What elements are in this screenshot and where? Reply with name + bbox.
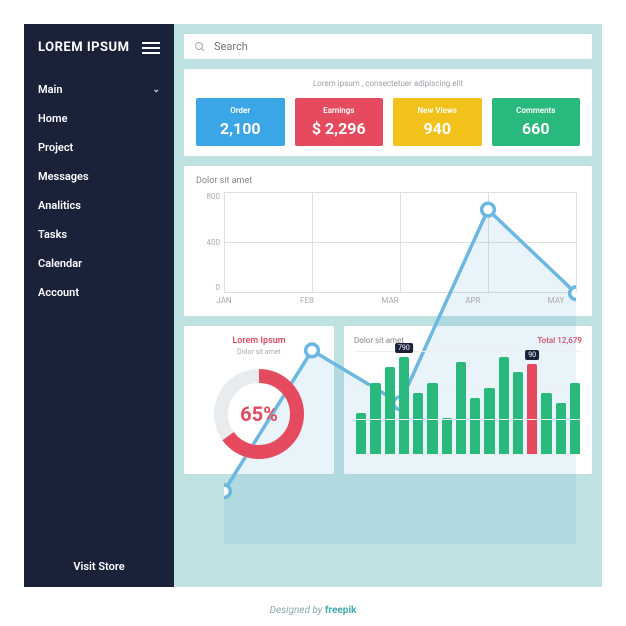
bar-16[interactable] [570,383,580,454]
sidebar-item-home[interactable]: Home [24,104,174,133]
stat-new-views[interactable]: New Views940 [393,98,482,146]
bar-7[interactable] [442,418,452,454]
sidebar-item-label: Messages [38,170,89,183]
sidebar-header: LOREM IPSUM [24,24,174,67]
bar-12[interactable] [513,372,523,454]
sidebar-item-account[interactable]: Account [24,278,174,307]
line-chart-card: Dolor sit amet 8004000 JANFEBMARAPRMAY [184,166,592,316]
sidebar-item-calendar[interactable]: Calendar [24,249,174,278]
bar-1[interactable] [356,413,366,454]
sidebar-item-tasks[interactable]: Tasks [24,220,174,249]
bar-14[interactable] [541,393,551,454]
credit: Designed by freepik [0,587,626,626]
stats-card: Lorem ipsum , consectetuer adipiscing el… [184,69,592,156]
bar-chart: 790 90 [354,351,582,455]
bar-4[interactable]: 790 [399,357,409,454]
stat-earnings[interactable]: Earnings$ 2,296 [295,98,384,146]
brand: LOREM IPSUM [38,40,129,55]
stat-order[interactable]: Order2,100 [196,98,285,146]
bar-10[interactable] [484,388,494,454]
sidebar-item-label: Main [38,83,63,96]
search-input[interactable] [214,40,582,53]
search-bar[interactable] [184,34,592,59]
sidebar-item-project[interactable]: Project [24,133,174,162]
stat-comments[interactable]: Comments660 [492,98,581,146]
bar-6[interactable] [427,383,437,454]
app-shell: LOREM IPSUM Main ⌄ Home Project Messages Anal… [24,24,602,587]
bar-15[interactable] [556,403,566,454]
hamburger-icon[interactable] [142,42,160,54]
sidebar-item-label: Account [38,286,79,299]
line-chart-title: Dolor sit amet [196,176,580,186]
sidebar-item-label: Home [38,112,68,125]
bar-11[interactable] [499,357,509,454]
sidebar-item-label: Tasks [38,228,67,241]
sidebar: LOREM IPSUM Main ⌄ Home Project Messages Anal… [24,24,174,587]
bar-3[interactable] [385,367,395,454]
visit-store-button[interactable]: Visit Store [24,546,174,587]
sidebar-item-label: Analitics [38,199,81,212]
sidebar-item-label: Project [38,141,73,154]
donut-chart: 65% [209,364,309,464]
stat-row: Order2,100Earnings$ 2,296New Views940Com… [196,98,580,146]
search-icon [194,41,206,53]
sidebar-list: Main ⌄ Home Project Messages Analitics Tasks Ca… [24,67,174,315]
chevron-down-icon: ⌄ [152,85,160,95]
line-chart: 8004000 JANFEBMARAPRMAY [196,192,580,312]
stats-caption: Lorem ipsum , consectetuer adipiscing el… [196,79,580,88]
sidebar-item-main[interactable]: Main ⌄ [24,75,174,104]
bar-13[interactable]: 90 [527,364,537,454]
donut-percent: 65% [209,364,309,464]
sidebar-item-analitics[interactable]: Analitics [24,191,174,220]
bar-5[interactable] [413,393,423,454]
bar-8[interactable] [456,362,466,454]
sidebar-item-label: Calendar [38,257,82,270]
sidebar-item-messages[interactable]: Messages [24,162,174,191]
main: Lorem ipsum , consectetuer adipiscing el… [174,24,602,587]
bar-2[interactable] [370,383,380,454]
bar-9[interactable] [470,398,480,454]
